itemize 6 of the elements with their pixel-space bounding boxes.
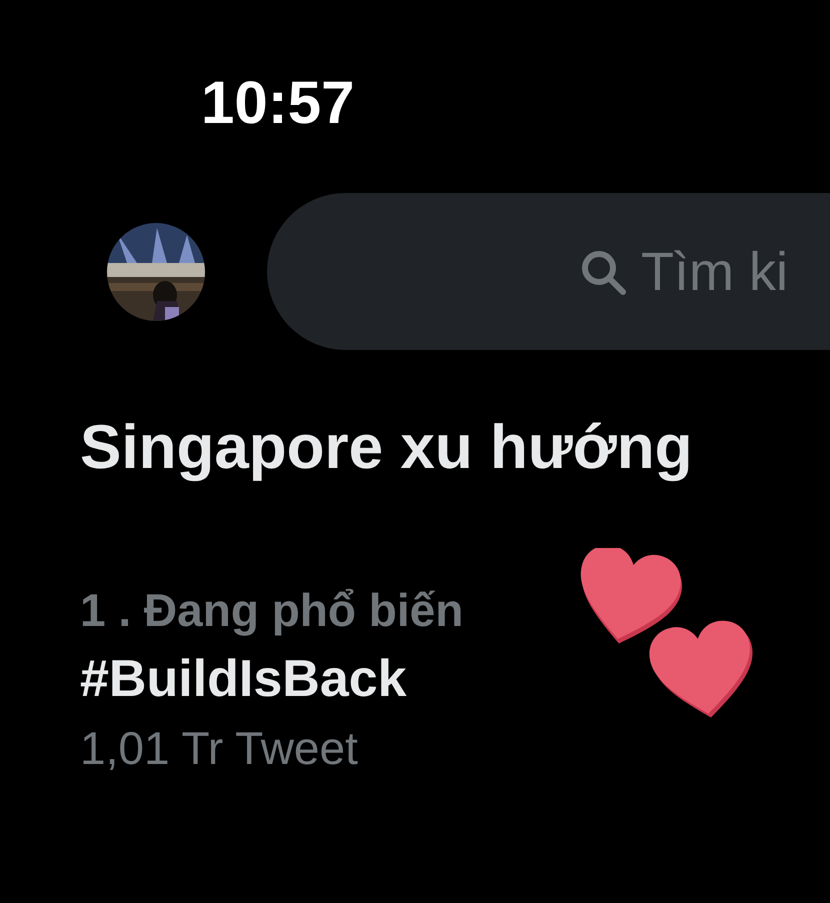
search-placeholder: Tìm ki <box>641 240 788 302</box>
trend-name[interactable]: #BuildIsBack <box>80 649 830 709</box>
status-time: 10:57 <box>200 68 356 135</box>
section-title: Singapore xu hướng <box>80 412 694 483</box>
trend-context: 1 . Đang phổ biến <box>80 583 464 637</box>
trend-count: 1,01 Tr Tweet <box>80 721 359 775</box>
